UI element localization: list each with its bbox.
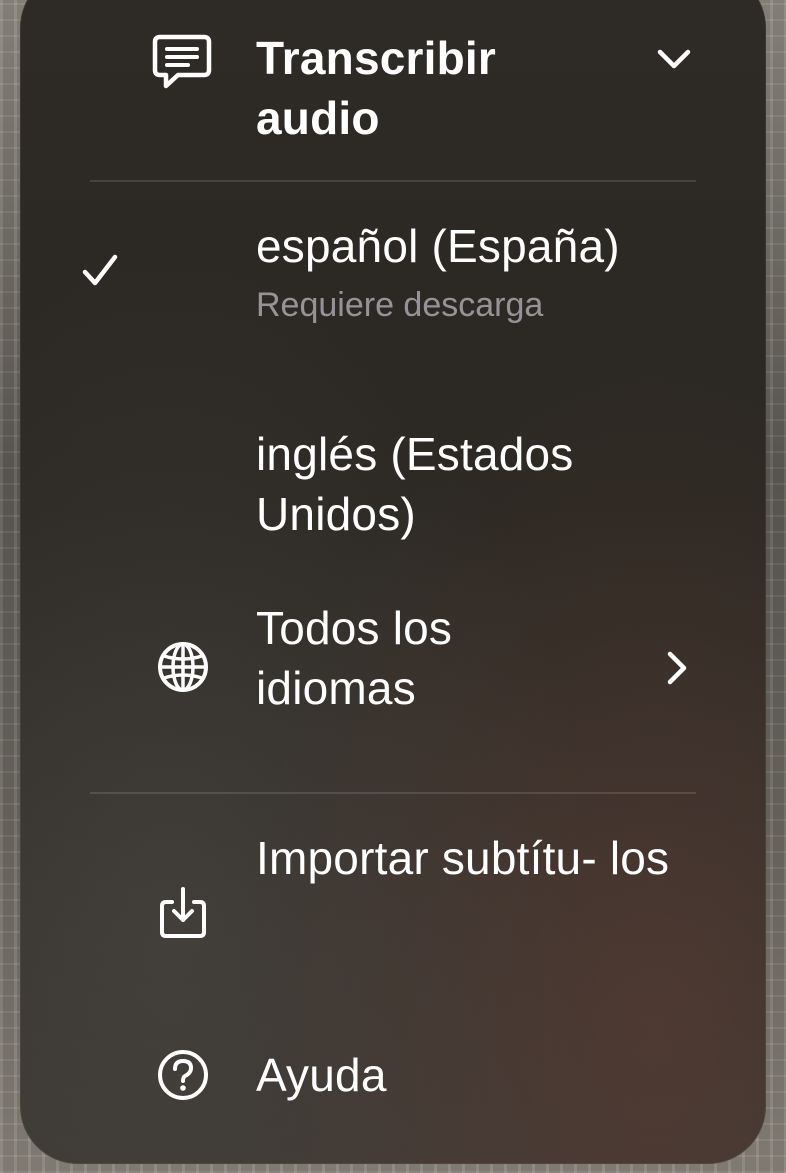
checkmark-icon (82, 254, 118, 286)
download-required-note: Requiere descarga (256, 286, 544, 324)
divider (90, 180, 696, 182)
language-label-spanish: español (España) (256, 220, 620, 272)
import-subtitles-item[interactable]: Importar subtítu- los (20, 832, 766, 1000)
import-tray-icon (160, 887, 206, 938)
speech-bubble-icon (152, 34, 212, 89)
import-subtitles-label: Importar subtítu- los (256, 832, 670, 884)
transcription-menu: Transcribir audio español (España) Requi… (20, 0, 766, 1164)
help-label: Ayuda (256, 1049, 387, 1101)
all-languages-item[interactable]: Todos los idiomas (20, 600, 766, 750)
help-item[interactable]: Ayuda (20, 1030, 766, 1140)
chevron-right-icon (667, 651, 687, 685)
transcribe-audio-title: Transcribir audio (256, 32, 496, 144)
language-label-english: inglés (Estados Unidos) (256, 428, 574, 540)
question-circle-icon (158, 1050, 208, 1100)
globe-icon (158, 642, 208, 692)
language-option-spanish-spain[interactable]: español (España) Requiere descarga (20, 210, 766, 360)
divider (90, 792, 696, 794)
all-languages-label: Todos los idiomas (256, 602, 453, 714)
transcribe-audio-header[interactable]: Transcribir audio (20, 0, 766, 180)
language-option-english-us[interactable]: inglés (Estados Unidos) (20, 410, 766, 560)
chevron-down-icon[interactable] (656, 46, 692, 72)
